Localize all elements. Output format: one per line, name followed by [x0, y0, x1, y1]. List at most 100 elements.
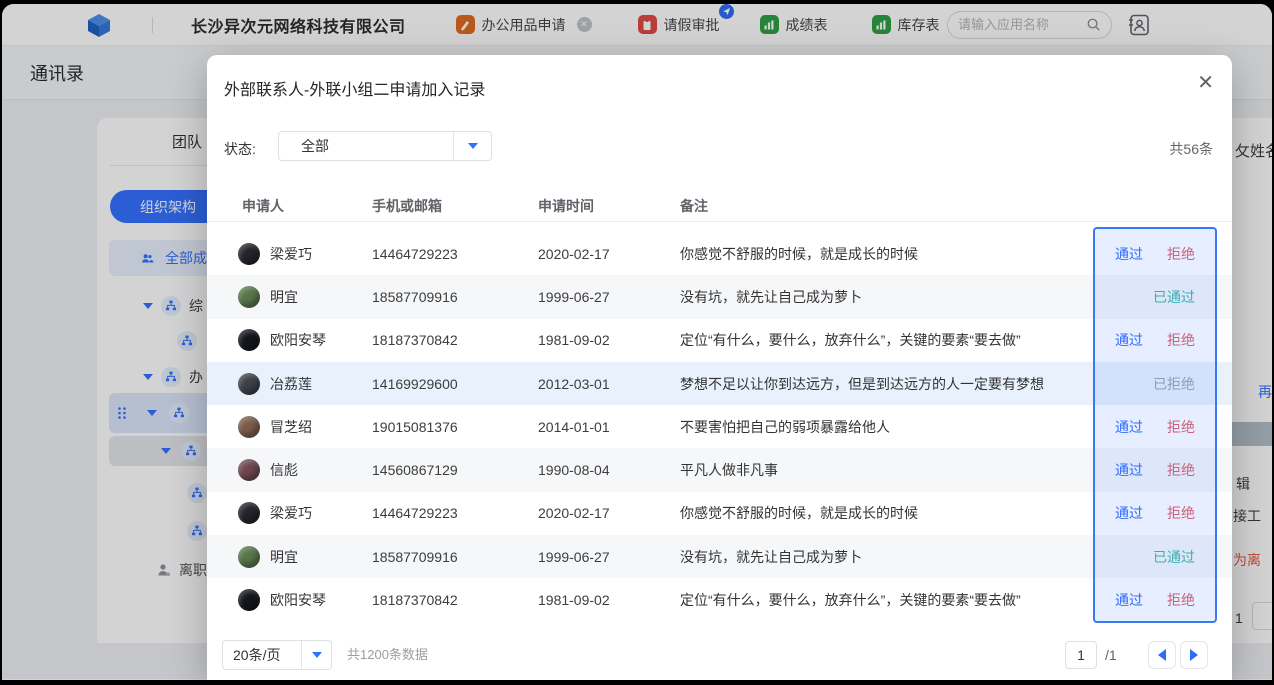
reject-link[interactable]: 拒绝 — [1167, 330, 1195, 350]
chevron-down-icon — [312, 652, 322, 658]
action-cell: 通过 拒绝 — [1093, 319, 1217, 362]
col-header-phone: 手机或邮箱 — [372, 196, 442, 216]
action-cell: 通过 拒绝 — [1093, 578, 1217, 621]
phone: 18187370842 — [372, 332, 458, 348]
table-row: 梁爱巧 14464729223 2020-02-17 你感觉不舒服的时候，就是成… — [207, 492, 1232, 535]
apply-date: 2020-02-17 — [538, 505, 610, 521]
action-cell: 通过 拒绝 — [1093, 448, 1217, 491]
approve-link[interactable]: 通过 — [1115, 244, 1143, 264]
avatar — [238, 243, 260, 265]
table-row: 冒芝绍 19015081376 2014-01-01 不要害怕把自己的弱项暴露给… — [207, 405, 1232, 448]
table-row: 欧阳安琴 18187370842 1981-09-02 定位“有什么，要什么，放… — [207, 578, 1232, 621]
reject-link[interactable]: 拒绝 — [1167, 417, 1195, 437]
table-row: 冶荔莲 14169929600 2012-03-01 梦想不足以让你到达远方，但… — [207, 362, 1232, 405]
phone: 14560867129 — [372, 462, 458, 478]
phone: 14464729223 — [372, 505, 458, 521]
col-header-remark: 备注 — [680, 196, 708, 216]
table-row: 明宜 18587709916 1999-06-27 没有坑，就先让自己成为萝卜 … — [207, 535, 1232, 578]
table-row: 信彪 14560867129 1990-08-04 平凡人做非凡事 通过 拒绝 — [207, 448, 1232, 491]
apply-date: 1999-06-27 — [538, 549, 610, 565]
remark: 没有坑，就先让自己成为萝卜 — [680, 287, 862, 307]
table-row: 梁爱巧 14464729223 2020-02-17 你感觉不舒服的时候，就是成… — [207, 232, 1232, 275]
avatar — [238, 286, 260, 308]
remark: 你感觉不舒服的时候，就是成长的时候 — [680, 244, 918, 264]
applicant-name: 梁爱巧 — [270, 503, 312, 523]
action-cell: 通过 拒绝 — [1093, 232, 1217, 275]
remark: 梦想不足以让你到达远方，但是到达远方的人一定要有梦想 — [680, 374, 1044, 394]
prev-page-button[interactable] — [1148, 641, 1176, 669]
avatar — [238, 329, 260, 351]
apply-date: 1981-09-02 — [538, 332, 610, 348]
close-icon[interactable]: ✕ — [1197, 70, 1214, 95]
remark: 定位“有什么，要什么，放弃什么”，关键的要素“要去做” — [680, 330, 1021, 350]
status-rejected: 已拒绝 — [1153, 374, 1195, 394]
status-select-value: 全部 — [301, 136, 453, 156]
reject-link[interactable]: 拒绝 — [1167, 244, 1195, 264]
table-body: 梁爱巧 14464729223 2020-02-17 你感觉不舒服的时候，就是成… — [207, 232, 1232, 622]
approve-link[interactable]: 通过 — [1115, 460, 1143, 480]
footer-total-count: 共1200条数据 — [347, 644, 428, 663]
phone: 14464729223 — [372, 246, 458, 262]
remark: 不要害怕把自己的弱项暴露给他人 — [680, 417, 890, 437]
approve-link[interactable]: 通过 — [1115, 417, 1143, 437]
page-size-select[interactable]: 20条/页 — [222, 640, 332, 670]
applicant-name: 信彪 — [270, 460, 298, 480]
page-total: /1 — [1105, 647, 1117, 663]
action-cell: 已拒绝 — [1093, 362, 1217, 405]
applicant-name: 欧阳安琴 — [270, 330, 326, 350]
total-count: 共56条 — [1169, 139, 1213, 159]
action-cell: 已通过 — [1093, 535, 1217, 578]
col-header-apply-time: 申请时间 — [538, 196, 594, 216]
avatar — [238, 589, 260, 611]
app-window: 长沙异次元网络科技有限公司 办公用品申请 ✕ 请假审批 成绩表 — [2, 4, 1272, 680]
page-size-value: 20条/页 — [233, 645, 301, 665]
phone: 14169929600 — [372, 376, 458, 392]
action-cell: 通过 拒绝 — [1093, 492, 1217, 535]
approve-link[interactable]: 通过 — [1115, 503, 1143, 523]
arrow-left-icon — [1158, 649, 1166, 661]
remark: 没有坑，就先让自己成为萝卜 — [680, 547, 862, 567]
modal-title: 外部联系人-外联小组二申请加入记录 — [224, 76, 485, 100]
status-approved: 已通过 — [1153, 547, 1195, 567]
approve-link[interactable]: 通过 — [1115, 590, 1143, 610]
reject-link[interactable]: 拒绝 — [1167, 590, 1195, 610]
applicant-name: 欧阳安琴 — [270, 590, 326, 610]
status-select[interactable]: 全部 — [278, 131, 492, 161]
join-requests-modal: 外部联系人-外联小组二申请加入记录 ✕ 状态: 全部 共56条 申请人 手机或邮… — [207, 55, 1232, 680]
table-row: 明宜 18587709916 1999-06-27 没有坑，就先让自己成为萝卜 … — [207, 275, 1232, 318]
apply-date: 1990-08-04 — [538, 462, 610, 478]
remark: 定位“有什么，要什么，放弃什么”，关键的要素“要去做” — [680, 590, 1021, 610]
phone: 19015081376 — [372, 419, 458, 435]
reject-link[interactable]: 拒绝 — [1167, 503, 1195, 523]
applicant-name: 梁爱巧 — [270, 244, 312, 264]
arrow-right-icon — [1190, 649, 1198, 661]
remark: 平凡人做非凡事 — [680, 460, 778, 480]
action-cell: 已通过 — [1093, 275, 1217, 318]
status-approved: 已通过 — [1153, 287, 1195, 307]
applicant-name: 冒芝绍 — [270, 417, 312, 437]
apply-date: 1999-06-27 — [538, 289, 610, 305]
next-page-button[interactable] — [1180, 641, 1208, 669]
page-number-input[interactable] — [1065, 641, 1097, 669]
avatar — [238, 416, 260, 438]
table-row: 欧阳安琴 18187370842 1981-09-02 定位“有什么，要什么，放… — [207, 319, 1232, 362]
applicant-name: 冶荔莲 — [270, 374, 312, 394]
avatar — [238, 502, 260, 524]
table-header: 申请人 手机或邮箱 申请时间 备注 — [207, 196, 1232, 222]
avatar — [238, 546, 260, 568]
status-filter-label: 状态: — [224, 139, 256, 159]
apply-date: 2020-02-17 — [538, 246, 610, 262]
apply-date: 1981-09-02 — [538, 592, 610, 608]
phone: 18587709916 — [372, 289, 458, 305]
reject-link[interactable]: 拒绝 — [1167, 460, 1195, 480]
approve-link[interactable]: 通过 — [1115, 330, 1143, 350]
applicant-name: 明宜 — [270, 547, 298, 567]
applicant-name: 明宜 — [270, 287, 298, 307]
apply-date: 2012-03-01 — [538, 376, 610, 392]
avatar — [238, 459, 260, 481]
phone: 18587709916 — [372, 549, 458, 565]
avatar — [238, 373, 260, 395]
col-header-applicant: 申请人 — [242, 196, 284, 216]
chevron-down-icon — [468, 143, 478, 149]
apply-date: 2014-01-01 — [538, 419, 610, 435]
